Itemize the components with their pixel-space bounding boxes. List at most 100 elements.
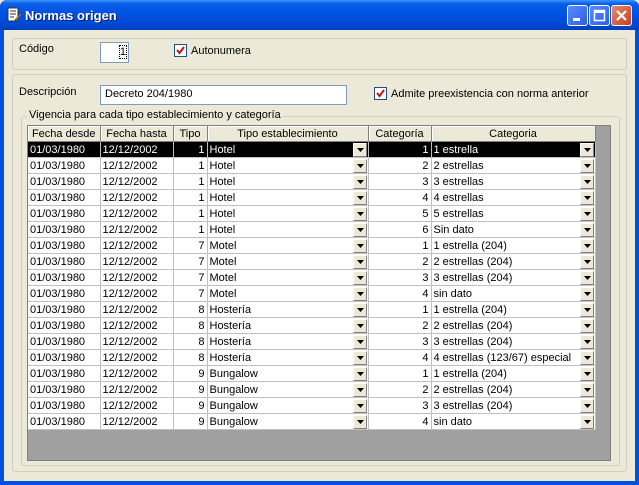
dropdown-button[interactable]	[352, 287, 367, 301]
tipo-cell[interactable]: 8	[173, 317, 208, 334]
dropdown-button[interactable]	[579, 191, 594, 205]
table-row[interactable]: 01/03/1980 12/12/2002 7 Motel 2 2 estrellas (…	[28, 253, 596, 270]
title-bar[interactable]: Normas origen	[0, 0, 639, 30]
tipo-establecimiento-cell[interactable]: Hostería	[207, 301, 369, 318]
dropdown-button[interactable]	[352, 335, 367, 349]
dropdown-button[interactable]	[579, 399, 594, 413]
tipo-cell[interactable]: 9	[173, 381, 208, 398]
categoria-cell[interactable]: 2 estrellas (204)	[431, 253, 596, 270]
fecha-desde-cell[interactable]: 01/03/1980	[28, 397, 101, 414]
dropdown-button[interactable]	[579, 159, 594, 173]
fecha-desde-cell[interactable]: 01/03/1980	[28, 413, 101, 430]
table-row[interactable]: 01/03/1980 12/12/2002 1 Hotel 1 1 estrella	[28, 141, 596, 158]
fecha-desde-cell[interactable]: 01/03/1980	[28, 317, 101, 334]
tipo-establecimiento-cell[interactable]: Hostería	[207, 349, 369, 366]
tipo-cell[interactable]: 1	[173, 189, 208, 206]
tipo-establecimiento-cell[interactable]: Bungalow	[207, 365, 369, 382]
tipo-establecimiento-cell[interactable]: Bungalow	[207, 413, 369, 430]
fecha-hasta-cell[interactable]: 12/12/2002	[100, 333, 174, 350]
table-row[interactable]: 01/03/1980 12/12/2002 8 Hostería 4 4 estrella…	[28, 349, 596, 366]
dropdown-button[interactable]	[579, 239, 594, 253]
fecha-hasta-cell[interactable]: 12/12/2002	[100, 173, 174, 190]
tipo-cell[interactable]: 9	[173, 365, 208, 382]
tipo-cell[interactable]: 9	[173, 413, 208, 430]
dropdown-button[interactable]	[352, 399, 367, 413]
fecha-hasta-cell[interactable]: 12/12/2002	[100, 269, 174, 286]
fecha-desde-cell[interactable]: 01/03/1980	[28, 349, 101, 366]
tipo-establecimiento-cell[interactable]: Bungalow	[207, 397, 369, 414]
table-row[interactable]: 01/03/1980 12/12/2002 7 Motel 3 3 estrellas (…	[28, 269, 596, 286]
categoria-cell[interactable]: 3 estrellas (204)	[431, 269, 596, 286]
tipo-establecimiento-cell[interactable]: Hotel	[207, 141, 369, 158]
tipo-cell[interactable]: 7	[173, 285, 208, 302]
tipo-establecimiento-cell[interactable]: Motel	[207, 253, 369, 270]
fecha-desde-cell[interactable]: 01/03/1980	[28, 173, 101, 190]
header-categoria-codigo[interactable]: Categoría	[368, 126, 432, 142]
tipo-cell[interactable]: 7	[173, 253, 208, 270]
dropdown-button[interactable]	[352, 159, 367, 173]
tipo-establecimiento-cell[interactable]: Motel	[207, 285, 369, 302]
categoria-codigo-cell[interactable]: 5	[368, 205, 432, 222]
tipo-establecimiento-cell[interactable]: Motel	[207, 237, 369, 254]
categoria-cell[interactable]: 2 estrellas (204)	[431, 381, 596, 398]
tipo-cell[interactable]: 8	[173, 333, 208, 350]
dropdown-button[interactable]	[352, 271, 367, 285]
table-row[interactable]: 01/03/1980 12/12/2002 1 Hotel 2 2 estrellas	[28, 157, 596, 174]
fecha-hasta-cell[interactable]: 12/12/2002	[100, 141, 174, 158]
dropdown-button[interactable]	[352, 303, 367, 317]
categoria-cell[interactable]: 3 estrellas (204)	[431, 397, 596, 414]
dropdown-button[interactable]	[352, 207, 367, 221]
tipo-establecimiento-cell[interactable]: Motel	[207, 269, 369, 286]
dropdown-button[interactable]	[352, 367, 367, 381]
dropdown-button[interactable]	[579, 335, 594, 349]
categoria-cell[interactable]: 2 estrellas (204)	[431, 317, 596, 334]
categoria-codigo-cell[interactable]: 3	[368, 397, 432, 414]
tipo-establecimiento-cell[interactable]: Hotel	[207, 205, 369, 222]
fecha-desde-cell[interactable]: 01/03/1980	[28, 365, 101, 382]
table-row[interactable]: 01/03/1980 12/12/2002 9 Bungalow 2 2 estrella…	[28, 381, 596, 398]
categoria-codigo-cell[interactable]: 2	[368, 157, 432, 174]
dropdown-button[interactable]	[579, 143, 594, 157]
tipo-cell[interactable]: 8	[173, 301, 208, 318]
categoria-codigo-cell[interactable]: 3	[368, 173, 432, 190]
fecha-desde-cell[interactable]: 01/03/1980	[28, 253, 101, 270]
categoria-codigo-cell[interactable]: 1	[368, 237, 432, 254]
table-row[interactable]: 01/03/1980 12/12/2002 1 Hotel 6 Sin dato	[28, 221, 596, 238]
fecha-hasta-cell[interactable]: 12/12/2002	[100, 349, 174, 366]
header-fecha-hasta[interactable]: Fecha hasta	[100, 126, 174, 142]
table-row[interactable]: 01/03/1980 12/12/2002 1 Hotel 4 4 estrellas	[28, 189, 596, 206]
dropdown-button[interactable]	[579, 271, 594, 285]
fecha-hasta-cell[interactable]: 12/12/2002	[100, 365, 174, 382]
categoria-cell[interactable]: 5 estrellas	[431, 205, 596, 222]
header-tipo-establecimiento[interactable]: Tipo establecimiento	[207, 126, 369, 142]
dropdown-button[interactable]	[579, 303, 594, 317]
table-row[interactable]: 01/03/1980 12/12/2002 9 Bungalow 1 1 estrella…	[28, 365, 596, 382]
tipo-establecimiento-cell[interactable]: Hotel	[207, 221, 369, 238]
header-categoria[interactable]: Categoria	[431, 126, 596, 142]
fecha-hasta-cell[interactable]: 12/12/2002	[100, 205, 174, 222]
categoria-codigo-cell[interactable]: 2	[368, 317, 432, 334]
fecha-hasta-cell[interactable]: 12/12/2002	[100, 253, 174, 270]
fecha-desde-cell[interactable]: 01/03/1980	[28, 237, 101, 254]
fecha-desde-cell[interactable]: 01/03/1980	[28, 285, 101, 302]
tipo-cell[interactable]: 1	[173, 221, 208, 238]
categoria-cell[interactable]: 3 estrellas	[431, 173, 596, 190]
categoria-codigo-cell[interactable]: 2	[368, 253, 432, 270]
categoria-cell[interactable]: 4 estrellas (123/67) especial	[431, 349, 596, 366]
fecha-hasta-cell[interactable]: 12/12/2002	[100, 413, 174, 430]
categoria-codigo-cell[interactable]: 2	[368, 381, 432, 398]
dropdown-button[interactable]	[352, 415, 367, 429]
categoria-cell[interactable]: 2 estrellas	[431, 157, 596, 174]
dropdown-button[interactable]	[579, 367, 594, 381]
tipo-establecimiento-cell[interactable]: Hostería	[207, 317, 369, 334]
table-row[interactable]: 01/03/1980 12/12/2002 8 Hostería 1 1 estrella…	[28, 301, 596, 318]
dropdown-button[interactable]	[579, 223, 594, 237]
codigo-field[interactable]: 1	[100, 42, 129, 63]
fecha-desde-cell[interactable]: 01/03/1980	[28, 141, 101, 158]
table-row[interactable]: 01/03/1980 12/12/2002 7 Motel 4 sin dato	[28, 285, 596, 302]
table-row[interactable]: 01/03/1980 12/12/2002 9 Bungalow 3 3 estrella…	[28, 397, 596, 414]
tipo-establecimiento-cell[interactable]: Hotel	[207, 173, 369, 190]
dropdown-button[interactable]	[352, 191, 367, 205]
dropdown-button[interactable]	[579, 383, 594, 397]
dropdown-button[interactable]	[579, 351, 594, 365]
